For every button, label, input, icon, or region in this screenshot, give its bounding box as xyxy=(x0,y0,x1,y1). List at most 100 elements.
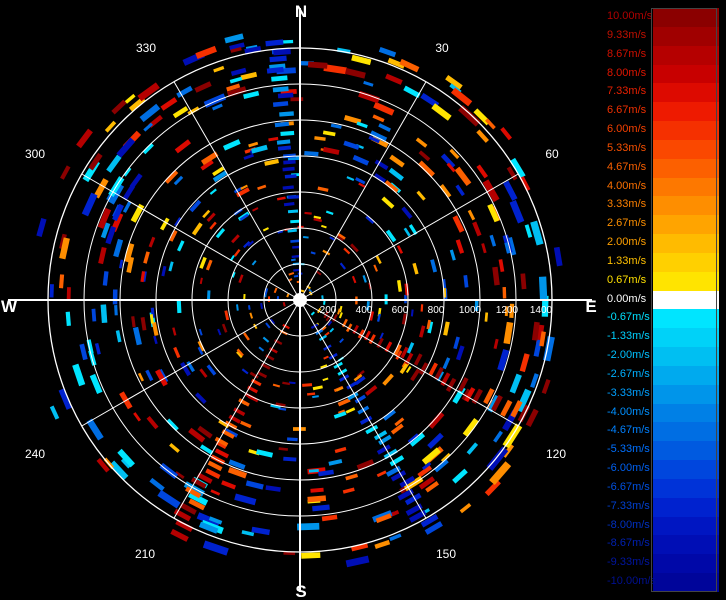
echo-cell xyxy=(172,327,177,336)
echo-cell xyxy=(351,54,372,66)
east-label: E xyxy=(585,297,596,316)
echo-cell xyxy=(217,328,222,336)
echo-cell xyxy=(418,150,431,162)
echo-cell xyxy=(280,130,295,137)
echo-cell xyxy=(321,514,338,522)
echo-cell xyxy=(269,55,287,63)
scale-label: 7.33m/s xyxy=(607,85,647,98)
range-label-1400: 1400 xyxy=(530,305,553,316)
echo-cell xyxy=(257,184,267,191)
echo-cell xyxy=(374,159,389,171)
echo-cell xyxy=(389,154,405,168)
echo-cell xyxy=(174,217,182,227)
echo-cell xyxy=(203,93,227,108)
north-label: N xyxy=(295,2,307,21)
echo-cell xyxy=(382,409,396,421)
scale-label: 4.00m/s xyxy=(607,179,647,192)
echo-cell xyxy=(344,68,366,79)
scale-row: -8.00m/s xyxy=(605,516,721,536)
echo-cell xyxy=(346,176,355,181)
scale-row: 4.00m/s xyxy=(605,177,721,197)
echo-cell xyxy=(476,164,489,179)
echo-cell xyxy=(124,93,136,104)
echo-cell xyxy=(265,39,284,47)
echo-cell xyxy=(272,101,289,108)
scale-row: 9.33m/s xyxy=(605,26,721,47)
echo-cell xyxy=(376,313,381,322)
echo-cell xyxy=(454,166,472,187)
echo-cell xyxy=(356,121,368,129)
echo-cell xyxy=(317,186,329,192)
echo-cell xyxy=(76,128,93,149)
echo-cell xyxy=(288,381,296,385)
echo-cell xyxy=(174,139,192,154)
echo-cell xyxy=(251,260,257,266)
scale-label: -2.67m/s xyxy=(607,367,650,380)
scale-row: -0.67m/s xyxy=(605,309,721,329)
range-label-200: 200 xyxy=(320,305,337,316)
echo-cell xyxy=(260,362,271,370)
echo-cell xyxy=(243,293,246,300)
scale-swatch xyxy=(653,365,719,386)
scale-row: 1.33m/s xyxy=(605,252,721,273)
echo-cell xyxy=(81,192,98,217)
echo-cell xyxy=(146,416,159,430)
azimuth-label-330: 330 xyxy=(136,41,156,55)
echo-cell xyxy=(443,321,450,336)
echo-cell xyxy=(145,369,154,382)
echo-cell xyxy=(282,302,286,307)
scale-row: 3.33m/s xyxy=(605,196,721,216)
scale-row: 2.67m/s xyxy=(605,215,721,235)
scale-row: -10.00m/s xyxy=(605,573,721,593)
echo-cell xyxy=(304,150,319,157)
echo-cell xyxy=(530,220,544,246)
scale-swatch xyxy=(653,196,719,216)
echo-cell xyxy=(276,196,286,201)
echo-cell xyxy=(322,377,329,382)
echo-cell xyxy=(362,275,367,283)
echo-cell xyxy=(343,247,351,255)
scale-swatch xyxy=(653,252,719,273)
scale-label: -4.00m/s xyxy=(607,405,650,418)
scale-label: 5.33m/s xyxy=(607,141,647,154)
echo-cell xyxy=(288,195,299,200)
echo-cell xyxy=(455,184,465,197)
echo-cell xyxy=(328,352,338,360)
echo-cell xyxy=(176,299,182,314)
echo-cell xyxy=(243,153,254,160)
echo-cell xyxy=(142,143,154,155)
echo-cell xyxy=(116,137,136,158)
echo-cell xyxy=(412,262,419,275)
echo-cell xyxy=(265,322,271,329)
echo-cell xyxy=(417,160,435,178)
echo-cell xyxy=(191,222,203,236)
echo-cell xyxy=(502,286,507,299)
echo-cell xyxy=(258,346,265,352)
echo-cell xyxy=(410,368,421,382)
azimuth-spoke xyxy=(299,81,427,301)
echo-cell xyxy=(282,166,295,172)
echo-cell xyxy=(303,236,309,239)
echo-cell xyxy=(290,219,300,224)
echo-cell xyxy=(374,539,391,550)
scale-swatch xyxy=(653,328,719,348)
scale-label: 8.00m/s xyxy=(607,66,647,79)
echo-cell xyxy=(287,209,299,214)
echo-cell xyxy=(198,328,203,336)
echo-cell xyxy=(314,136,326,141)
scale-label: -10.00m/s xyxy=(607,575,656,588)
range-label-1000: 1000 xyxy=(459,305,482,316)
echo-cell xyxy=(277,145,292,151)
echo-cell xyxy=(175,519,194,533)
scale-row: -4.67m/s xyxy=(605,422,721,442)
echo-cell xyxy=(376,470,387,478)
echo-cell xyxy=(312,395,319,399)
echo-cell xyxy=(94,342,101,355)
echo-cell xyxy=(509,373,522,394)
echo-cell xyxy=(268,347,278,354)
echo-cell xyxy=(345,323,353,333)
echo-cell xyxy=(329,327,335,333)
echo-cell xyxy=(221,323,228,333)
echo-cell xyxy=(365,385,378,396)
echo-cell xyxy=(449,148,460,160)
